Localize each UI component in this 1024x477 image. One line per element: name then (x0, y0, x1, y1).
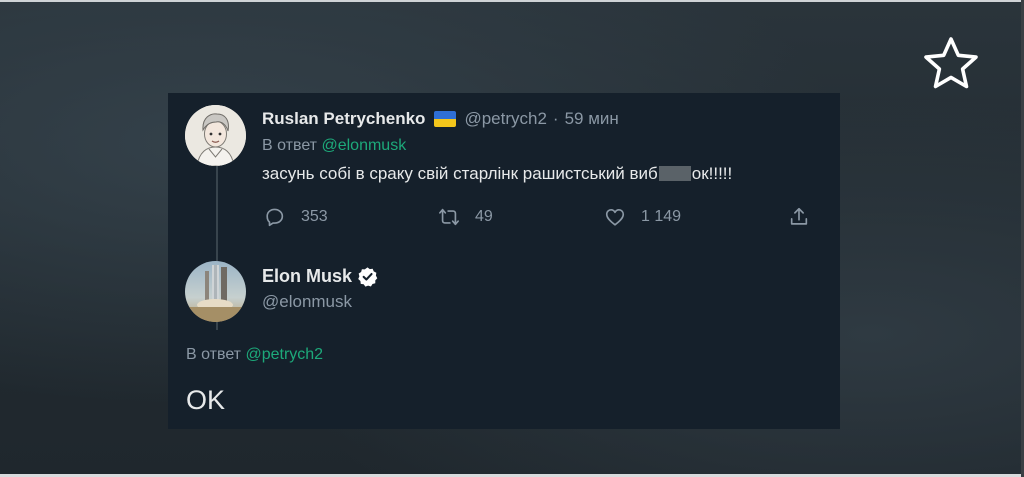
reply-timestamp[interactable]: 59 мин (565, 109, 619, 129)
tweet-thread-card: Ruslan Petrychenko @petrych2 · 59 мин В … (168, 93, 840, 429)
elon-avatar[interactable] (185, 261, 246, 322)
reply-author-handle[interactable]: @petrych2 (464, 109, 546, 129)
reply-action-button[interactable]: 353 (264, 206, 328, 228)
replying-prefix: В ответ (186, 346, 242, 363)
like-icon (605, 209, 625, 226)
verified-icon (358, 267, 378, 287)
top-edge (0, 0, 1024, 2)
retweet-icon (439, 208, 459, 226)
retweet-count: 49 (475, 208, 493, 225)
main-author-name[interactable]: Elon Musk (262, 266, 352, 287)
main-replying-to: В ответ @petrych2 (186, 346, 323, 364)
like-action-button[interactable]: 1 149 (604, 206, 681, 228)
reply-tweet-header: Ruslan Petrychenko @petrych2 · 59 мин (262, 108, 619, 130)
reply-text-part-2: ок!!!!! (691, 164, 733, 183)
reply-replying-to: В ответ @elonmusk (262, 137, 406, 155)
reply-count: 353 (301, 208, 328, 225)
censor-block (658, 166, 691, 181)
header-separator: · (552, 109, 559, 128)
mention-link[interactable]: @petrych2 (245, 346, 323, 363)
main-tweet-header: Elon Musk (262, 266, 378, 287)
main-tweet-text: OK (186, 385, 226, 415)
share-action-button[interactable] (788, 206, 810, 228)
share-icon (790, 207, 808, 225)
reply-tweet-text: засунь собі в сраку свій старлінк рашист… (262, 164, 732, 184)
like-count: 1 149 (641, 208, 682, 225)
reply-text-part-1: засунь собі в сраку свій старлінк рашист… (262, 164, 658, 183)
star-icon (924, 37, 978, 89)
reply-icon (266, 208, 284, 227)
ruslan-avatar[interactable] (185, 105, 246, 166)
retweet-action-button[interactable]: 49 (438, 206, 493, 228)
main-author-handle[interactable]: @elonmusk (262, 292, 352, 312)
mention-link[interactable]: @elonmusk (321, 137, 406, 154)
replying-prefix: В ответ (262, 137, 318, 154)
reply-author-name[interactable]: Ruslan Petrychenko (262, 109, 425, 129)
ukraine-flag-icon (434, 111, 457, 127)
favorite-star-button[interactable] (921, 35, 981, 93)
